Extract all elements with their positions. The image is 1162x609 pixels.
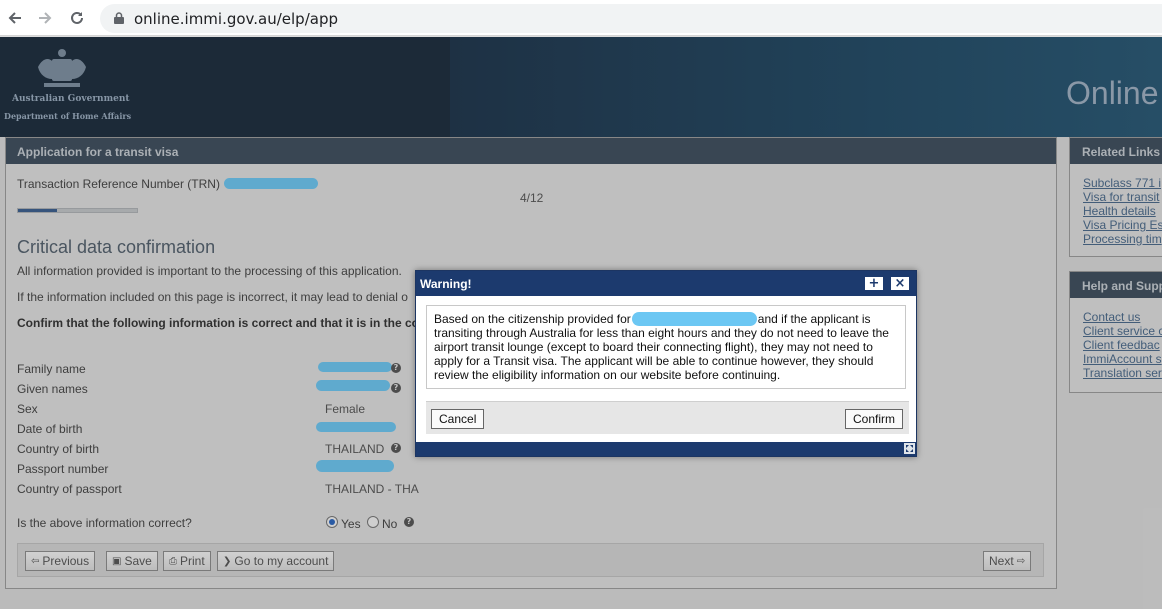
chevron-right-icon: ❯ [223, 555, 232, 567]
back-icon[interactable] [4, 7, 26, 29]
related-link-health-details[interactable]: Health details [1083, 204, 1156, 218]
no-label: No [382, 517, 398, 531]
navigation-button-bar: ⇦ Previous ▣ Save ⎙ Print ❯ Go to my acc… [17, 543, 1044, 577]
info-text-2: If the information included on this page… [17, 290, 408, 304]
date-of-birth-label: Date of birth [17, 422, 83, 436]
previous-label: Previous [42, 554, 90, 568]
lock-icon [114, 12, 124, 24]
address-bar[interactable]: online.immi.gov.au/elp/app [100, 4, 1162, 33]
site-header: Australian Government Department of Home… [0, 37, 1162, 137]
coat-of-arms-logo [38, 49, 86, 87]
country-of-passport-value: THAILAND - THA [325, 482, 419, 496]
related-link-subclass-771[interactable]: Subclass 771 i [1083, 176, 1161, 190]
redacted-given-names [316, 380, 390, 391]
arrow-left-icon: ⇦ [31, 555, 40, 567]
family-name-label: Family name [17, 362, 86, 376]
redacted-passport-number [316, 460, 394, 472]
print-button[interactable]: ⎙ Print [163, 551, 211, 571]
help-link-client-feedback[interactable]: Client feedbac [1083, 338, 1160, 352]
resize-handle-icon[interactable] [904, 443, 915, 454]
redacted-family-name [318, 362, 392, 372]
go-to-account-label: Go to my account [234, 554, 329, 568]
redacted-trn [224, 178, 318, 189]
reload-icon[interactable] [66, 7, 88, 29]
go-to-account-button[interactable]: ❯ Go to my account [217, 551, 335, 571]
save-icon: ▣ [112, 555, 122, 567]
sex-value: Female [325, 402, 366, 416]
cancel-button[interactable]: Cancel [431, 409, 485, 429]
yes-radio[interactable] [326, 516, 338, 528]
print-label: Print [180, 554, 205, 568]
save-button[interactable]: ▣ Save [106, 551, 158, 571]
dialog-footer: Cancel Confirm [426, 401, 909, 434]
forward-icon[interactable] [34, 7, 56, 29]
help-icon[interactable]: ? [391, 383, 401, 393]
next-label: Next [989, 554, 1014, 568]
redacted-date-of-birth [316, 422, 396, 432]
trn-label: Transaction Reference Number (TRN) [17, 177, 220, 191]
dialog-title: Warning! [420, 277, 472, 291]
no-radio[interactable] [367, 516, 379, 528]
government-name: Australian Government [12, 94, 130, 104]
maximize-icon[interactable]: + [864, 276, 884, 291]
help-link-client-service[interactable]: Client service c [1083, 324, 1162, 338]
help-link-contact-us[interactable]: Contact us [1083, 310, 1140, 324]
progress-bar-fill [18, 209, 58, 212]
related-link-processing-times[interactable]: Processing tim [1083, 232, 1162, 246]
country-of-birth-label: Country of birth [17, 442, 100, 456]
related-links-panel: Related Links Subclass 771 i Visa for tr… [1069, 137, 1162, 257]
help-support-panel: Help and Supp Contact us Client service … [1069, 271, 1162, 393]
warning-dialog: Warning! + × Based on the citizenship pr… [415, 270, 917, 457]
print-icon: ⎙ [169, 555, 177, 567]
help-icon[interactable]: ? [391, 443, 401, 453]
given-names-label: Given names [17, 382, 88, 396]
sex-label: Sex [17, 402, 38, 416]
dialog-bottom-bar [416, 442, 916, 456]
passport-number-label: Passport number [17, 462, 109, 476]
help-support-title: Help and Supp [1070, 272, 1162, 298]
confirm-button[interactable]: Confirm [845, 409, 904, 429]
help-link-immiaccount[interactable]: ImmiAccount s [1083, 352, 1162, 366]
next-button[interactable]: Next ⇨ [983, 551, 1032, 571]
dialog-message-part-1: Based on the citizenship provided for [434, 312, 631, 326]
related-links-title: Related Links [1070, 138, 1162, 164]
panel-title: Application for a transit visa [6, 138, 1056, 164]
section-title: Critical data confirmation [17, 237, 216, 257]
arrow-right-icon: ⇨ [1016, 555, 1026, 567]
department-name: Department of Home Affairs [4, 111, 132, 121]
dialog-title-bar: Warning! [416, 271, 916, 296]
country-of-birth-value: THAILAND [325, 442, 385, 456]
related-link-visa-for-transit[interactable]: Visa for transit [1083, 190, 1159, 204]
help-link-translation[interactable]: Translation ser [1083, 366, 1162, 380]
info-text-1: All information provided is important to… [17, 264, 402, 278]
help-icon[interactable]: ? [391, 363, 401, 373]
dialog-message: Based on the citizenship provided for and… [426, 305, 906, 389]
site-title: Online [1066, 75, 1159, 111]
progress-bar [17, 208, 138, 213]
country-of-passport-label: Country of passport [17, 482, 122, 496]
confirm-instruction: Confirm that the following information i… [17, 316, 420, 330]
header-banner [450, 37, 1162, 137]
related-link-visa-pricing[interactable]: Visa Pricing Es [1083, 218, 1162, 232]
url-text: online.immi.gov.au/elp/app [134, 10, 338, 28]
previous-button[interactable]: ⇦ Previous [25, 551, 96, 571]
close-icon[interactable]: × [890, 276, 910, 291]
confirm-question: Is the above information correct? [17, 516, 192, 530]
redacted-citizenship [631, 312, 757, 326]
help-icon[interactable]: ? [404, 517, 414, 527]
save-label: Save [124, 554, 152, 568]
browser-toolbar: online.immi.gov.au/elp/app [0, 0, 1162, 36]
yes-label: Yes [341, 517, 361, 531]
progress-text: 4/12 [520, 191, 544, 205]
